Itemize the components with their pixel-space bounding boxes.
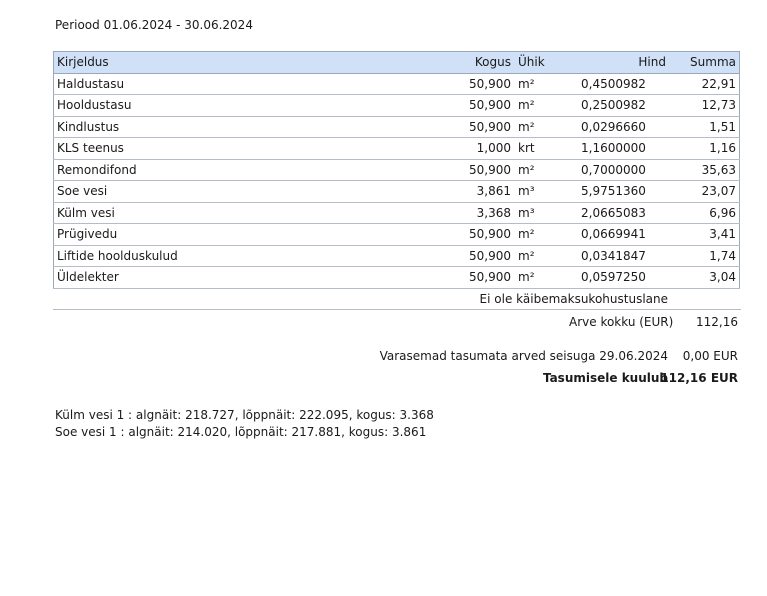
cell-quantity: 1,000 [420, 137, 514, 160]
cell-quantity: 50,900 [420, 266, 514, 289]
header-quantity: Kogus [420, 51, 514, 74]
previous-unpaid-value: 0,00 EUR [682, 349, 738, 363]
table-row: Haldustasu 50,900 m² 0,4500982 22,91 [53, 72, 740, 95]
meter-reading-hot-water: Soe vesi 1 : algnäit: 214.020, lõppnäit:… [55, 425, 427, 439]
cell-quantity: 50,900 [420, 115, 514, 138]
cell-sum: 23,07 [669, 180, 740, 203]
cell-sum: 1,51 [669, 115, 740, 138]
cell-unit: m² [514, 266, 571, 289]
cell-description: KLS teenus [53, 137, 420, 160]
cell-price: 0,2500982 [571, 94, 669, 117]
cell-unit: m² [514, 72, 571, 95]
cell-sum: 3,04 [669, 266, 740, 289]
cell-unit: krt [514, 137, 571, 160]
cell-sum: 3,41 [669, 223, 740, 246]
table-row: Remondifond 50,900 m² 0,7000000 35,63 [53, 158, 740, 181]
cell-price: 0,7000000 [571, 158, 669, 181]
table-row: Hooldustasu 50,900 m² 0,2500982 12,73 [53, 94, 740, 117]
cell-quantity: 3,368 [420, 201, 514, 224]
cell-description: Haldustasu [53, 72, 420, 95]
cell-price: 0,4500982 [571, 72, 669, 95]
invoice-items-table: Kirjeldus Kogus Ühik Hind Summa Haldusta… [53, 51, 740, 289]
cell-quantity: 50,900 [420, 94, 514, 117]
amount-due-value: 112,16 EUR [660, 371, 738, 385]
cell-description: Üldelekter [53, 266, 420, 289]
cell-unit: m³ [514, 180, 571, 203]
cell-sum: 1,74 [669, 244, 740, 267]
table-row: Prügivedu 50,900 m² 0,0669941 3,41 [53, 223, 740, 246]
header-unit: Ühik [514, 51, 571, 74]
meter-readings: Külm vesi 1 : algnäit: 218.727, lõppnäit… [55, 407, 434, 441]
cell-price: 0,0669941 [571, 223, 669, 246]
cell-description: Prügivedu [53, 223, 420, 246]
divider-line [53, 309, 741, 310]
cell-unit: m² [514, 94, 571, 117]
cell-quantity: 50,900 [420, 244, 514, 267]
amount-due-label: Tasumisele kuulub [542, 371, 668, 385]
cell-price: 0,0341847 [571, 244, 669, 267]
meter-reading-cold-water: Külm vesi 1 : algnäit: 218.727, lõppnäit… [55, 408, 434, 422]
table-row: Külm vesi 3,368 m³ 2,0665083 6,96 [53, 201, 740, 224]
table-row: Liftide hoolduskulud 50,900 m² 0,0341847 1,7… [53, 244, 740, 267]
cell-sum: 1,16 [669, 137, 740, 160]
cell-sum: 35,63 [669, 158, 740, 181]
cell-unit: m³ [514, 201, 571, 224]
table-row: Soe vesi 3,861 m³ 5,9751360 23,07 [53, 180, 740, 203]
cell-description: Külm vesi [53, 201, 420, 224]
cell-quantity: 50,900 [420, 72, 514, 95]
previous-unpaid-label: Varasemad tasumata arved seisuga 29.06.2… [379, 349, 668, 363]
cell-unit: m² [514, 223, 571, 246]
cell-unit: m² [514, 244, 571, 267]
cell-sum: 22,91 [669, 72, 740, 95]
table-row: KLS teenus 1,000 krt 1,1600000 1,16 [53, 137, 740, 160]
table-header-row: Kirjeldus Kogus Ühik Hind Summa [53, 51, 740, 74]
billing-period: Periood 01.06.2024 - 30.06.2024 [55, 18, 253, 32]
cell-price: 5,9751360 [571, 180, 669, 203]
invoice-total-value: 112,16 [696, 315, 738, 329]
table-row: Kindlustus 50,900 m² 0,0296660 1,51 [53, 115, 740, 138]
header-description: Kirjeldus [53, 51, 420, 74]
cell-quantity: 3,861 [420, 180, 514, 203]
cell-description: Kindlustus [53, 115, 420, 138]
cell-description: Remondifond [53, 158, 420, 181]
cell-description: Hooldustasu [53, 94, 420, 117]
cell-price: 0,0597250 [571, 266, 669, 289]
cell-unit: m² [514, 158, 571, 181]
cell-price: 1,1600000 [571, 137, 669, 160]
header-sum: Summa [669, 51, 740, 74]
cell-quantity: 50,900 [420, 223, 514, 246]
invoice-total-label: Arve kokku (EUR) [569, 315, 674, 329]
vat-note: Ei ole käibemaksukohustuslane [479, 292, 668, 306]
cell-sum: 6,96 [669, 201, 740, 224]
cell-quantity: 50,900 [420, 158, 514, 181]
cell-price: 0,0296660 [571, 115, 669, 138]
table-row: Üldelekter 50,900 m² 0,0597250 3,04 [53, 266, 740, 289]
cell-sum: 12,73 [669, 94, 740, 117]
header-price: Hind [571, 51, 669, 74]
cell-price: 2,0665083 [571, 201, 669, 224]
cell-unit: m² [514, 115, 571, 138]
cell-description: Liftide hoolduskulud [53, 244, 420, 267]
cell-description: Soe vesi [53, 180, 420, 203]
